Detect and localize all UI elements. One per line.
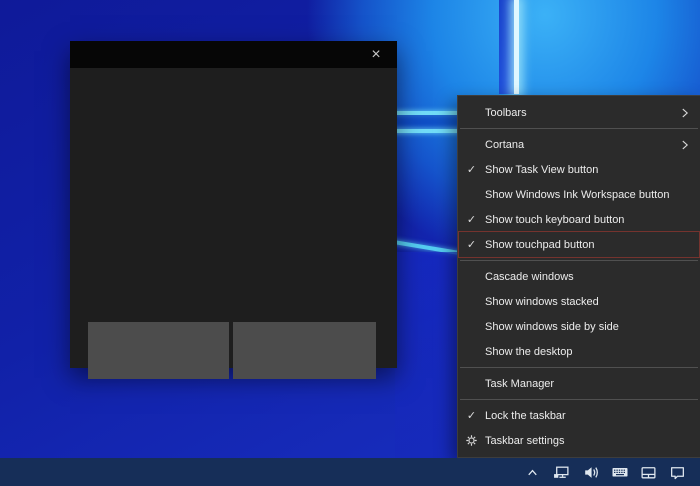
menu-item-show-task-view[interactable]: ✓ Show Task View button — [458, 157, 700, 182]
menu-separator — [460, 128, 698, 129]
menu-item-label: Show touch keyboard button — [485, 213, 625, 226]
close-button[interactable]: × — [355, 41, 397, 68]
menu-item-label: Show Windows Ink Workspace button — [485, 188, 670, 201]
wallpaper-beam-gap — [395, 115, 459, 129]
touch-keyboard-icon[interactable] — [605, 458, 634, 486]
network-icon[interactable] — [547, 458, 576, 486]
right-click-button[interactable] — [233, 322, 376, 379]
desktop: × Toolbars Cortana ✓ Show Task View butt… — [0, 0, 700, 486]
taskbar-context-menu: Toolbars Cortana ✓ Show Task View button… — [457, 95, 700, 458]
wallpaper-vertical-beam — [514, 0, 519, 94]
menu-item-label: Show windows stacked — [485, 295, 599, 308]
hidden-icons-chevron[interactable] — [518, 458, 547, 486]
wallpaper-beam — [395, 129, 459, 133]
gear-icon — [458, 434, 485, 447]
action-center-icon[interactable] — [663, 458, 692, 486]
menu-item-label: Taskbar settings — [485, 434, 565, 447]
menu-item-taskbar-settings[interactable]: Taskbar settings — [458, 428, 700, 453]
taskbar[interactable] — [0, 458, 700, 486]
touchpad-icon[interactable] — [634, 458, 663, 486]
checkmark-icon: ✓ — [466, 164, 477, 176]
menu-item-show-windows-stacked[interactable]: Show windows stacked — [458, 289, 700, 314]
menu-item-show-windows-side-by-side[interactable]: Show windows side by side — [458, 314, 700, 339]
menu-separator — [460, 399, 698, 400]
menu-item-label: Cortana — [485, 138, 525, 151]
menu-item-task-manager[interactable]: Task Manager — [458, 371, 700, 396]
submenu-arrow-icon — [678, 106, 700, 120]
menu-item-show-touchpad[interactable]: ✓ Show touchpad button — [458, 231, 700, 258]
virtual-touchpad-window: × — [70, 41, 397, 379]
menu-item-show-the-desktop[interactable]: Show the desktop — [458, 339, 700, 364]
wallpaper-beam-shadow — [499, 0, 514, 94]
window-titlebar[interactable]: × — [70, 41, 397, 68]
menu-item-show-touch-keyboard[interactable]: ✓ Show touch keyboard button — [458, 207, 700, 232]
menu-item-toolbars[interactable]: Toolbars — [458, 100, 700, 125]
menu-item-label: Show touchpad button — [485, 238, 595, 251]
menu-item-label: Show the desktop — [485, 345, 573, 358]
menu-item-show-ink-workspace[interactable]: Show Windows Ink Workspace button — [458, 182, 700, 207]
menu-separator — [460, 367, 698, 368]
submenu-arrow-icon — [678, 138, 700, 152]
menu-item-lock-the-taskbar[interactable]: ✓ Lock the taskbar — [458, 403, 700, 428]
volume-icon[interactable] — [576, 458, 605, 486]
menu-separator — [460, 260, 698, 261]
menu-item-label: Cascade windows — [485, 270, 574, 283]
menu-item-label: Lock the taskbar — [485, 409, 566, 422]
left-click-button[interactable] — [88, 322, 229, 379]
touchpad-surface[interactable] — [70, 68, 397, 379]
menu-item-cortana[interactable]: Cortana — [458, 132, 700, 157]
menu-item-label: Show windows side by side — [485, 320, 619, 333]
checkmark-icon: ✓ — [466, 410, 477, 422]
wallpaper-shade — [395, 252, 459, 458]
menu-item-label: Toolbars — [485, 106, 527, 119]
checkmark-icon: ✓ — [466, 214, 477, 226]
menu-item-cascade-windows[interactable]: Cascade windows — [458, 264, 700, 289]
menu-item-label: Task Manager — [485, 377, 555, 390]
menu-item-label: Show Task View button — [485, 163, 599, 176]
checkmark-icon: ✓ — [466, 239, 477, 251]
wallpaper-light-beams — [395, 0, 459, 458]
